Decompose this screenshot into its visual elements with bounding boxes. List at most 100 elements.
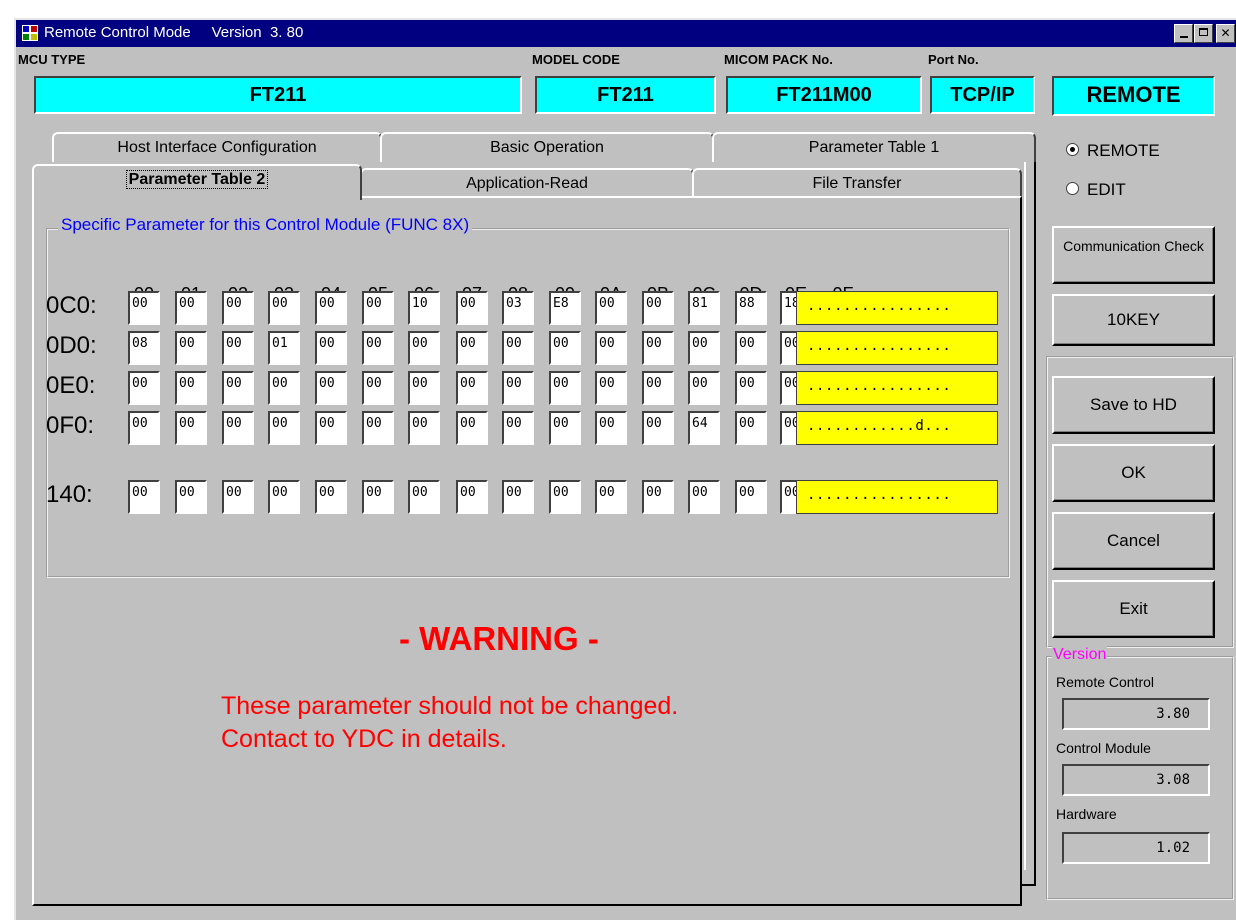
radio-remote[interactable]: REMOTE — [1066, 141, 1160, 161]
hex-cell[interactable]: 08 — [128, 331, 160, 365]
hex-cell[interactable]: 00 — [456, 291, 488, 325]
tab-parameter-table-1[interactable]: Parameter Table 1 — [712, 132, 1036, 162]
radio-edit[interactable]: EDIT — [1066, 180, 1126, 200]
row-address-label: 0E0: — [46, 372, 96, 399]
hex-cell[interactable]: 00 — [549, 480, 581, 514]
hex-cell[interactable]: 00 — [268, 371, 300, 405]
hex-cell[interactable]: 00 — [408, 331, 440, 365]
hex-cell[interactable]: 00 — [128, 371, 160, 405]
hex-cell[interactable]: 00 — [688, 331, 720, 365]
tab-host-interface-configuration[interactable]: Host Interface Configuration — [52, 132, 382, 162]
hex-cell[interactable]: 00 — [128, 411, 160, 445]
hex-cell[interactable]: 00 — [315, 480, 347, 514]
hex-cell[interactable]: 00 — [362, 411, 394, 445]
exit-button[interactable]: Exit — [1052, 580, 1215, 638]
control-module-label: Control Module — [1056, 740, 1151, 756]
hex-cell[interactable]: 00 — [362, 371, 394, 405]
hex-cell[interactable]: 00 — [456, 371, 488, 405]
tenkey-button[interactable]: 10KEY — [1052, 294, 1215, 346]
hex-cell[interactable]: 00 — [595, 371, 627, 405]
hex-cell[interactable]: 00 — [735, 480, 767, 514]
hex-cell[interactable]: 00 — [315, 371, 347, 405]
hex-cell[interactable]: 00 — [222, 291, 254, 325]
hex-cell[interactable]: 00 — [595, 331, 627, 365]
hex-cell[interactable]: 00 — [222, 411, 254, 445]
hex-cell[interactable]: 00 — [456, 480, 488, 514]
warning-line-2: Contact to YDC in details. — [221, 725, 507, 753]
hex-cell[interactable]: 00 — [549, 331, 581, 365]
hex-cell[interactable]: 00 — [502, 480, 534, 514]
row-address-label: 0C0: — [46, 292, 97, 319]
hex-cell[interactable]: 00 — [175, 331, 207, 365]
close-button[interactable]: ✕ — [1216, 24, 1235, 43]
hex-cell[interactable]: 00 — [128, 291, 160, 325]
hex-cell[interactable]: 00 — [735, 411, 767, 445]
hex-cell[interactable]: 00 — [642, 291, 674, 325]
radio-remote-indicator[interactable] — [1066, 143, 1079, 157]
hex-cell[interactable]: 00 — [362, 480, 394, 514]
hex-cell[interactable]: 00 — [268, 480, 300, 514]
hex-cell[interactable]: 00 — [595, 411, 627, 445]
hex-cell[interactable]: 00 — [222, 371, 254, 405]
hex-cell[interactable]: 00 — [175, 371, 207, 405]
tab-parameter-table-2[interactable]: Parameter Table 2 — [32, 164, 362, 200]
title-bar[interactable]: Remote Control Mode Version 3. 80 ✕ — [16, 20, 1236, 47]
hex-cell[interactable]: 00 — [268, 291, 300, 325]
hex-cell[interactable]: 00 — [222, 480, 254, 514]
hex-cell[interactable]: 88 — [735, 291, 767, 325]
hex-cell[interactable]: 03 — [502, 291, 534, 325]
hex-cell[interactable]: 00 — [315, 331, 347, 365]
hex-cell[interactable]: 00 — [502, 411, 534, 445]
hex-cell[interactable]: 00 — [595, 480, 627, 514]
hex-cell[interactable]: 00 — [408, 371, 440, 405]
minimize-button[interactable] — [1174, 24, 1193, 43]
radio-edit-label: EDIT — [1087, 180, 1126, 199]
hex-cell[interactable]: 00 — [268, 411, 300, 445]
hex-cell[interactable]: 00 — [175, 480, 207, 514]
hex-cell[interactable]: 00 — [456, 411, 488, 445]
maximize-button[interactable] — [1194, 24, 1213, 43]
tab-basic-operation[interactable]: Basic Operation — [380, 132, 714, 162]
hex-cell[interactable]: 00 — [502, 331, 534, 365]
hex-cell[interactable]: 00 — [642, 411, 674, 445]
tab-page-edge-highlight — [1024, 162, 1026, 870]
communication-check-button[interactable]: Communication Check — [1052, 226, 1215, 284]
hex-cell[interactable]: 81 — [688, 291, 720, 325]
ascii-view: ............d... — [796, 411, 998, 445]
hex-cell[interactable]: 10 — [408, 291, 440, 325]
hex-cell[interactable]: 00 — [642, 371, 674, 405]
hex-cell[interactable]: 00 — [408, 480, 440, 514]
hex-cell[interactable]: 00 — [595, 291, 627, 325]
hex-cell[interactable]: 00 — [688, 480, 720, 514]
hex-cell[interactable]: 00 — [642, 480, 674, 514]
hex-cell[interactable]: 00 — [222, 331, 254, 365]
hex-cell[interactable]: 00 — [128, 480, 160, 514]
hex-cell[interactable]: E8 — [549, 291, 581, 325]
micom-pack-label: MICOM PACK No. — [724, 52, 833, 67]
hex-cell[interactable]: 00 — [175, 291, 207, 325]
hex-cell[interactable]: 00 — [549, 371, 581, 405]
hex-cell[interactable]: 00 — [408, 411, 440, 445]
save-to-hd-button[interactable]: Save to HD — [1052, 376, 1215, 434]
hex-cell[interactable]: 00 — [362, 331, 394, 365]
hex-cell[interactable]: 64 — [688, 411, 720, 445]
ok-button[interactable]: OK — [1052, 444, 1215, 502]
hex-cell[interactable]: 00 — [688, 371, 720, 405]
hex-cell[interactable]: 00 — [502, 371, 534, 405]
tab-page-edge — [1020, 160, 1036, 886]
hex-cell[interactable]: 00 — [549, 411, 581, 445]
remote-control-version: 3.80 — [1062, 698, 1210, 730]
cancel-button[interactable]: Cancel — [1052, 512, 1215, 570]
hex-cell[interactable]: 01 — [268, 331, 300, 365]
hex-cell[interactable]: 00 — [735, 331, 767, 365]
hex-cell[interactable]: 00 — [456, 331, 488, 365]
hex-cell[interactable]: 00 — [315, 411, 347, 445]
radio-edit-indicator[interactable] — [1066, 182, 1079, 196]
hex-cell[interactable]: 00 — [735, 371, 767, 405]
warning-heading: - WARNING - — [399, 620, 599, 657]
hex-cell[interactable]: 00 — [362, 291, 394, 325]
hex-cell[interactable]: 00 — [315, 291, 347, 325]
main-window: Remote Control Mode Version 3. 80 ✕ MCU … — [14, 18, 1236, 920]
hex-cell[interactable]: 00 — [642, 331, 674, 365]
hex-cell[interactable]: 00 — [175, 411, 207, 445]
